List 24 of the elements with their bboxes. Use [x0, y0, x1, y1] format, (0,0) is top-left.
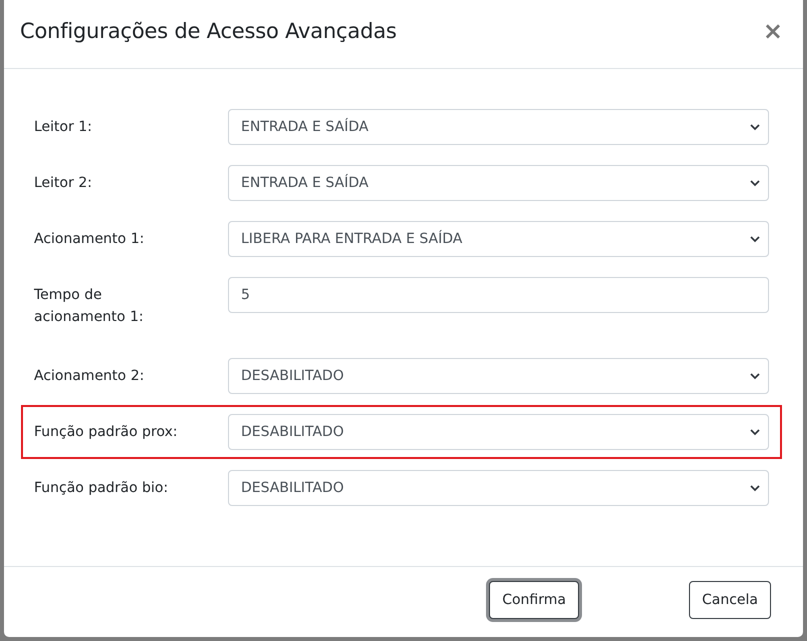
chevron-down-icon: [750, 484, 760, 492]
close-button[interactable]: ×: [760, 17, 785, 45]
confirm-button[interactable]: Confirma: [489, 581, 579, 619]
chevron-down-icon: [750, 428, 760, 436]
field-label: Função padrão bio:: [34, 479, 170, 498]
dialog-title: Configurações de Acesso Avançadas: [20, 19, 397, 43]
field-label: Função padrão prox:: [34, 423, 178, 442]
field-label: Acionamento 1:: [34, 230, 146, 249]
chevron-down-icon: [750, 236, 760, 242]
field-label: Acionamento 2:: [34, 367, 146, 386]
dropdown-field[interactable]: LIBERA PARA ENTRADA E SAÍDA: [228, 221, 769, 257]
dropdown-field[interactable]: ENTRADA E SAÍDA: [228, 109, 769, 145]
input-field[interactable]: 5: [228, 277, 769, 313]
field-label: Leitor 1:: [34, 118, 93, 137]
field-label: Tempo de acionamento 1:: [34, 286, 144, 327]
chevron-down-icon: [750, 180, 760, 186]
dropdown-field[interactable]: DESABILITADO: [228, 470, 769, 506]
chevron-down-icon: [750, 124, 760, 130]
field-label: Leitor 2:: [34, 174, 93, 193]
chevron-down-icon: [750, 372, 760, 380]
cancel-button[interactable]: Cancela: [688, 581, 771, 619]
dropdown-field[interactable]: DESABILITADO: [228, 414, 769, 450]
dropdown-field[interactable]: ENTRADA E SAÍDA: [228, 165, 769, 201]
dropdown-field[interactable]: DESABILITADO: [228, 358, 769, 394]
